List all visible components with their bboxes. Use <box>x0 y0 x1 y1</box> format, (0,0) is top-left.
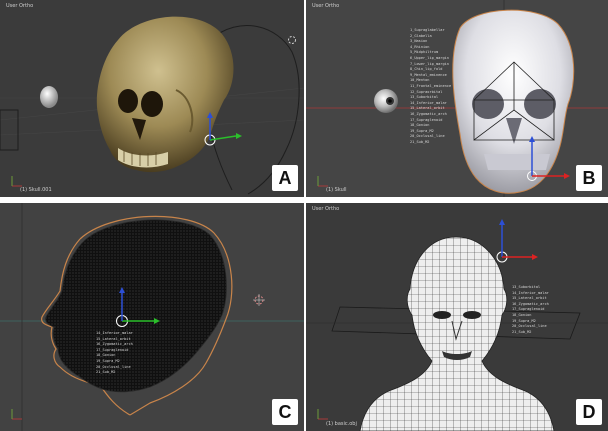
viewport-a-scene <box>0 16 304 195</box>
skull-model[interactable] <box>96 16 234 173</box>
viewport-a-object-label: (1) Skull.001 <box>20 187 52 193</box>
eyeball-icon[interactable] <box>374 89 398 113</box>
viewport-b-header: User Ortho <box>312 3 340 9</box>
viewport-a-header: User Ortho <box>6 3 34 9</box>
landmark-label-list: 1_Supraglabellar 2_Glabella 3_Nasion 4_Rhin… <box>410 28 451 145</box>
mesh-head[interactable] <box>45 219 227 393</box>
landmark-label-list: 13_Suborbital 14_Inferior_malar 15_Lateral… <box>512 285 549 335</box>
landmark-label: 21_Sub_M2 <box>512 329 532 334</box>
landmark-label: 6_Upper_lip_margin <box>410 55 449 60</box>
panel-c-label: C <box>272 399 298 425</box>
viewport-d-scene <box>306 219 608 431</box>
axis-orientation-icon <box>317 176 328 187</box>
panel-d-label: D <box>576 399 602 425</box>
viewport-b[interactable]: 1_Supraglabellar 2_Glabella 3_Nasion 4_Rhin… <box>306 0 608 197</box>
landmark-label: 21_Sub_M2 <box>410 139 430 144</box>
viewport-b-object-label: (1) Skull <box>326 187 347 193</box>
transform-gizmo-icon[interactable] <box>496 219 538 263</box>
landmark-label: 20_Occlusal_line <box>512 324 547 329</box>
landmark-label: 14_Inferior_malar <box>96 331 133 335</box>
viewport-a[interactable]: User Ortho (1) Skull.001 A <box>0 0 304 197</box>
camera-frame <box>0 109 19 151</box>
landmark-label: 11_Frontal_eminence <box>410 83 452 88</box>
panel-a-label: A <box>272 165 298 191</box>
viewport-d[interactable]: 13_Suborbital 14_Inferior_malar 15_Lateral… <box>306 203 608 431</box>
skull-model[interactable] <box>452 9 575 194</box>
landmark-label-list: 14_Inferior_malar 15_Lateral_orbit 16_Zygo… <box>96 331 133 376</box>
axis-orientation-icon <box>11 176 22 187</box>
viewport-d-object-label: (1) basic.obj <box>326 421 357 427</box>
3d-cursor-icon[interactable] <box>288 36 296 44</box>
landmark-label: 15_Lateral_orbit <box>512 296 547 301</box>
eyeball-icon[interactable] <box>40 86 58 108</box>
3d-cursor-icon[interactable] <box>253 294 265 306</box>
axis-orientation-icon <box>317 409 328 420</box>
landmark-label: 21_Sub_M2 <box>96 370 116 375</box>
viewport-c[interactable]: 14_Inferior_malar 15_Lateral_orbit 16_Zygo… <box>0 203 304 431</box>
landmark-label: 16_Zygomatic_arch <box>96 342 133 347</box>
viewport-c-scene <box>0 203 304 431</box>
viewport-d-header: User Ortho <box>312 206 340 212</box>
viewport-b-scene <box>306 0 608 197</box>
transform-gizmo-icon[interactable] <box>204 112 242 146</box>
landmark-label: 16_Zygomatic_arch <box>410 111 447 116</box>
axis-orientation-icon <box>11 409 22 420</box>
panel-b-label: B <box>576 165 602 191</box>
